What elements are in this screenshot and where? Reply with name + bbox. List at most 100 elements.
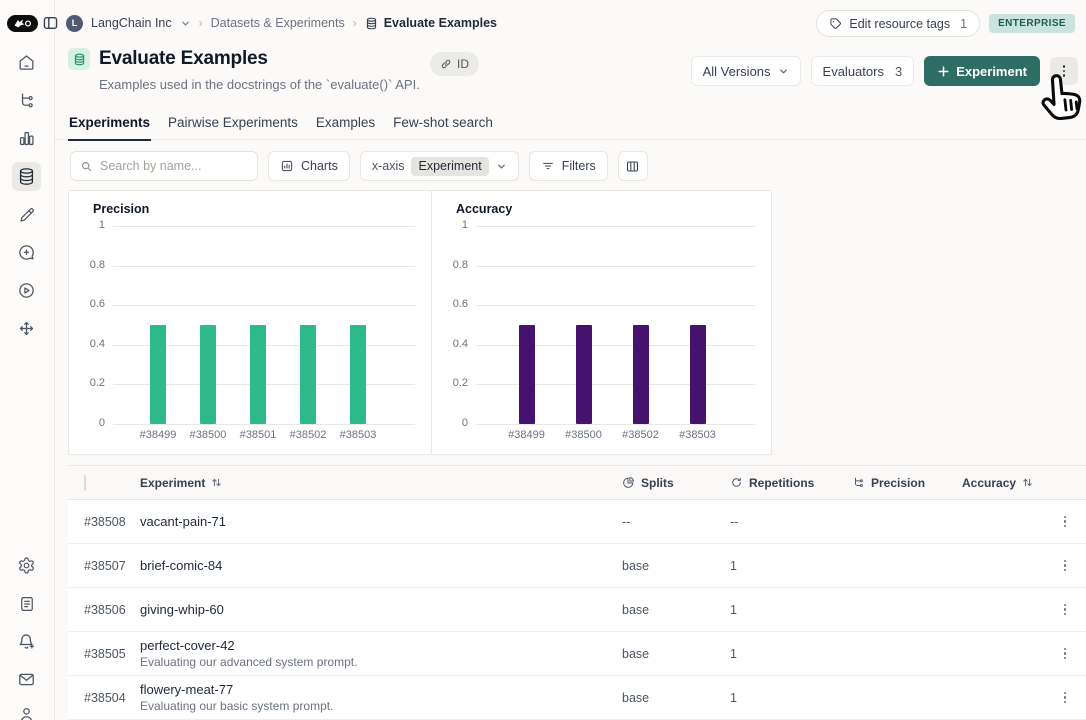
y-axis-tick-label: 0 <box>432 417 468 429</box>
bell-plus-icon <box>17 632 36 651</box>
row-menu-button[interactable] <box>1060 512 1070 532</box>
chart-bar[interactable] <box>350 325 366 424</box>
tab-experiments[interactable]: Experiments <box>68 113 151 141</box>
tab-examples[interactable]: Examples <box>315 113 376 141</box>
sidebar-item-deployments[interactable] <box>12 314 41 343</box>
tab-few-shot-search[interactable]: Few-shot search <box>392 113 494 141</box>
breadcrumb-current-page[interactable]: Evaluate Examples <box>365 16 497 30</box>
select-all-checkbox[interactable] <box>84 475 86 491</box>
chart-bar[interactable] <box>300 325 316 424</box>
experiment-name[interactable]: brief-comic-84 <box>140 558 615 573</box>
chart-bar[interactable] <box>250 325 266 424</box>
sidebar <box>0 0 55 720</box>
evaluators-button[interactable]: Evaluators 3 <box>811 56 915 86</box>
experiment-name[interactable]: giving-whip-60 <box>140 602 615 617</box>
langsmith-logo[interactable] <box>7 15 38 32</box>
versions-dropdown[interactable]: All Versions <box>691 56 801 86</box>
chart-bar[interactable] <box>690 325 706 424</box>
table-row[interactable]: #38508vacant-pain-71---- <box>68 500 1086 544</box>
new-experiment-button[interactable]: Experiment <box>924 56 1040 86</box>
sidebar-item-datasets[interactable] <box>12 162 41 191</box>
sidebar-item-mail[interactable] <box>12 665 41 694</box>
gridline <box>476 305 755 306</box>
sidebar-item-docs[interactable] <box>12 589 41 618</box>
sort-icon[interactable] <box>1022 477 1033 488</box>
chart-bar[interactable] <box>576 325 592 424</box>
chart-bar[interactable] <box>633 325 649 424</box>
database-icon <box>365 17 378 30</box>
chart-bar[interactable] <box>200 325 216 424</box>
row-actions <box>1056 556 1086 576</box>
table-row[interactable]: #38504flowery-meat-77 Evaluating our basi… <box>68 676 1086 720</box>
splits-value: base <box>615 603 730 617</box>
sidebar-item-settings[interactable] <box>12 551 41 580</box>
chevron-down-icon <box>778 66 789 77</box>
sidebar-item-profile[interactable] <box>12 700 41 720</box>
sidebar-item-monitoring[interactable] <box>12 124 41 153</box>
chart-bar[interactable] <box>519 325 535 424</box>
column-header-accuracy[interactable]: Accuracy <box>962 476 1056 490</box>
header-actions: All Versions Evaluators 3 Experiment <box>691 56 1078 86</box>
chart-plot: 00.20.40.60.81#38499#38500#38502#38503 <box>432 191 771 454</box>
table-row[interactable]: #38505perfect-cover-42Evaluating our adv… <box>68 632 1086 676</box>
xaxis-selector[interactable]: x-axis Experiment <box>360 151 519 181</box>
y-axis-tick-label: 1 <box>432 219 468 231</box>
chart-bar[interactable] <box>150 325 166 424</box>
search-input[interactable] <box>100 159 248 173</box>
splits-value: base <box>615 647 730 661</box>
xaxis-value-chip[interactable]: Experiment <box>411 157 488 176</box>
sidebar-item-playground[interactable] <box>12 276 41 305</box>
sort-icon[interactable] <box>211 477 222 488</box>
experiment-name[interactable]: flowery-meat-77 <box>140 682 615 697</box>
page-description: Examples used in the docstrings of the `… <box>99 77 768 92</box>
row-menu-button[interactable] <box>1060 600 1070 620</box>
chevron-down-icon[interactable] <box>180 18 191 29</box>
copy-id-button[interactable]: ID <box>430 52 479 76</box>
app-window: L LangChain Inc › Datasets & Experiments… <box>0 0 1086 720</box>
repetitions-value: 1 <box>730 603 852 617</box>
sidebar-item-annotation-queues[interactable] <box>12 200 41 229</box>
table-row[interactable]: #38507brief-comic-84base1 <box>68 544 1086 588</box>
experiment-name[interactable]: vacant-pain-71 <box>140 514 615 529</box>
filters-button[interactable]: Filters <box>529 151 608 181</box>
sidebar-item-notifications[interactable] <box>12 627 41 656</box>
row-menu-button[interactable] <box>1060 556 1070 576</box>
play-circle-icon <box>17 281 36 300</box>
column-header-precision[interactable]: Precision <box>852 476 962 490</box>
sidebar-item-tracing-projects[interactable] <box>12 86 41 115</box>
columns-icon <box>625 159 640 174</box>
sidebar-toggle-button[interactable] <box>43 16 58 30</box>
row-menu-button[interactable] <box>1060 688 1070 708</box>
search-box[interactable] <box>70 151 258 181</box>
charts-button[interactable]: Charts <box>268 151 350 181</box>
table-row[interactable]: #38506giving-whip-60base1 <box>68 588 1086 632</box>
experiment-name-cell: perfect-cover-42Evaluating our advanced … <box>140 638 615 669</box>
x-axis-tick-label: #38503 <box>668 429 728 441</box>
y-axis-tick-label: 0.4 <box>432 338 468 350</box>
y-axis-tick-label: 0.2 <box>69 377 105 389</box>
chart-icon <box>280 159 294 173</box>
tab-bar: Experiments Pairwise Experiments Example… <box>68 113 494 141</box>
column-header-splits[interactable]: Splits <box>615 476 730 490</box>
breadcrumb-org[interactable]: LangChain Inc <box>91 16 172 30</box>
row-menu-button[interactable] <box>1060 644 1070 664</box>
experiment-id: #38504 <box>68 691 140 705</box>
y-axis-tick-label: 1 <box>69 219 105 231</box>
columns-button[interactable] <box>618 151 648 181</box>
experiment-name[interactable]: perfect-cover-42 <box>140 638 615 653</box>
chart-title: Accuracy <box>456 202 512 216</box>
breadcrumb-datasets-experiments[interactable]: Datasets & Experiments <box>211 16 345 30</box>
experiments-table: Experiment Splits Repetitions Precision … <box>68 465 1086 720</box>
column-header-experiment[interactable]: Experiment <box>140 476 615 490</box>
tab-pairwise-experiments[interactable]: Pairwise Experiments <box>167 113 299 141</box>
repetitions-value: -- <box>730 515 852 529</box>
x-axis-tick-label: #38503 <box>328 429 388 441</box>
column-header-repetitions[interactable]: Repetitions <box>730 476 852 490</box>
sidebar-item-prompts[interactable] <box>12 238 41 267</box>
sidebar-item-home[interactable] <box>12 48 41 77</box>
more-options-button[interactable] <box>1050 57 1078 85</box>
experiment-description: Evaluating our basic system prompt. <box>140 699 615 713</box>
row-actions <box>1056 512 1086 532</box>
home-icon <box>17 53 36 72</box>
edit-resource-tags-button[interactable]: Edit resource tags 1 <box>816 10 980 37</box>
